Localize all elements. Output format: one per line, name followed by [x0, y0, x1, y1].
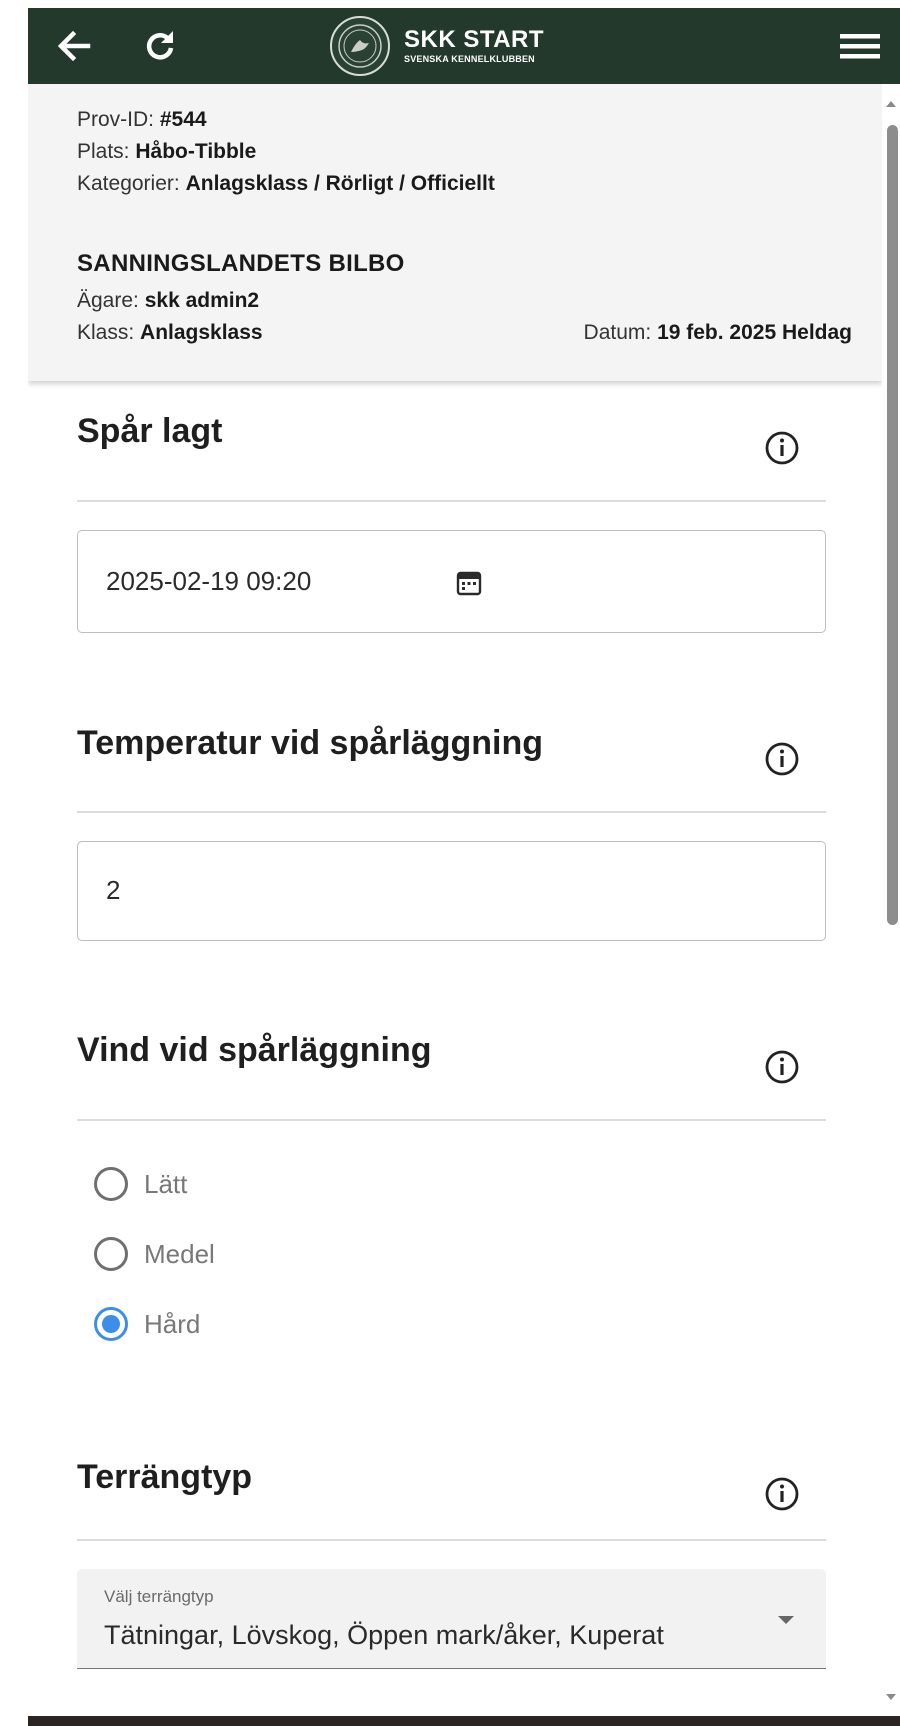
refresh-icon[interactable]	[136, 22, 184, 70]
dog-name: SANNINGSLANDETS BILBO	[77, 250, 405, 277]
divider	[77, 811, 826, 813]
datum-line: Datum: 19 feb. 2025 Heldag	[584, 321, 852, 345]
spar-lagt-title: Spår lagt	[77, 412, 223, 450]
temperatur-input[interactable]: 2	[77, 841, 826, 941]
terrang-title: Terrängtyp	[77, 1458, 253, 1496]
vind-info-icon[interactable]	[762, 1047, 802, 1087]
agare-line: Ägare: skk admin2	[77, 289, 259, 313]
calendar-icon[interactable]	[456, 570, 482, 601]
datum-label: Datum:	[583, 321, 652, 344]
vind-option-label: Hård	[144, 1308, 201, 1339]
radio-button-selected[interactable]	[94, 1307, 128, 1341]
radio-button[interactable]	[94, 1167, 128, 1201]
kategorier-label: Kategorier:	[77, 172, 180, 195]
vind-option-hard[interactable]: Hård	[94, 1301, 200, 1347]
scroll-up-arrow-icon[interactable]	[886, 101, 896, 107]
top-bar: SKK START SVENSKA KENNELKLUBBEN	[28, 8, 900, 84]
menu-icon[interactable]	[836, 22, 884, 70]
spar-lagt-datetime-input[interactable]: 2025-02-19 09:20	[77, 530, 826, 633]
app-frame: SKK START SVENSKA KENNELKLUBBEN Prov-ID:…	[28, 8, 900, 1726]
vind-option-label: Medel	[144, 1238, 215, 1269]
logo-title: SKK START	[404, 26, 545, 53]
bottom-bar	[28, 1716, 900, 1726]
temperatur-value: 2	[106, 875, 121, 905]
kennel-seal-icon	[330, 16, 390, 76]
plats-value: Håbo-Tibble	[135, 140, 257, 163]
terrang-select[interactable]: Välj terrängtyp Tätningar, Lövskog, Öppe…	[77, 1569, 826, 1669]
spar-lagt-value: 2025-02-19 09:20	[106, 566, 312, 596]
scroll-down-arrow-icon[interactable]	[886, 1694, 896, 1700]
temperatur-title: Temperatur vid spårläggning	[77, 724, 544, 762]
logo-subtitle: SVENSKA KENNELKLUBBEN	[404, 54, 535, 64]
trial-info-card: Prov-ID: #544 Plats: Håbo-Tibble Kategor…	[28, 84, 882, 381]
temperatur-info-icon[interactable]	[762, 739, 802, 779]
plats-line: Plats: Håbo-Tibble	[77, 140, 256, 164]
datum-value: 19 feb. 2025 Heldag	[657, 321, 852, 344]
back-arrow-icon[interactable]	[50, 22, 98, 70]
radio-button[interactable]	[94, 1237, 128, 1271]
prov-id-label: Prov-ID:	[77, 108, 155, 131]
prov-id-value: #544	[159, 108, 207, 131]
spar-lagt-info-icon[interactable]	[762, 428, 802, 468]
klass-value: Anlagsklass	[140, 321, 263, 344]
divider	[77, 500, 826, 502]
prov-id-line: Prov-ID: #544	[77, 108, 207, 132]
scrollbar-thumb[interactable]	[887, 125, 898, 925]
kategorier-line: Kategorier: Anlagsklass / Rörligt / Offi…	[77, 172, 495, 196]
chevron-down-icon[interactable]	[778, 1616, 794, 1624]
divider	[77, 1119, 826, 1121]
terrang-select-value: Tätningar, Lövskog, Öppen mark/åker, Kup…	[104, 1620, 664, 1650]
vind-option-latt[interactable]: Lätt	[94, 1161, 187, 1207]
plats-label: Plats:	[77, 140, 130, 163]
vind-title: Vind vid spårläggning	[77, 1031, 432, 1069]
skk-logo: SKK START SVENSKA KENNELKLUBBEN	[330, 9, 544, 83]
vind-option-medel[interactable]: Medel	[94, 1231, 215, 1277]
vind-option-label: Lätt	[144, 1168, 188, 1199]
terrang-info-icon[interactable]	[762, 1474, 802, 1514]
klass-label: Klass:	[77, 321, 135, 344]
divider	[77, 1539, 826, 1541]
kategorier-value: Anlagsklass / Rörligt / Officiellt	[185, 172, 495, 195]
agare-label: Ägare:	[77, 289, 139, 312]
klass-line: Klass: Anlagsklass	[77, 321, 263, 345]
terrang-select-label: Välj terrängtyp	[104, 1587, 214, 1606]
agare-value: skk admin2	[144, 289, 260, 312]
